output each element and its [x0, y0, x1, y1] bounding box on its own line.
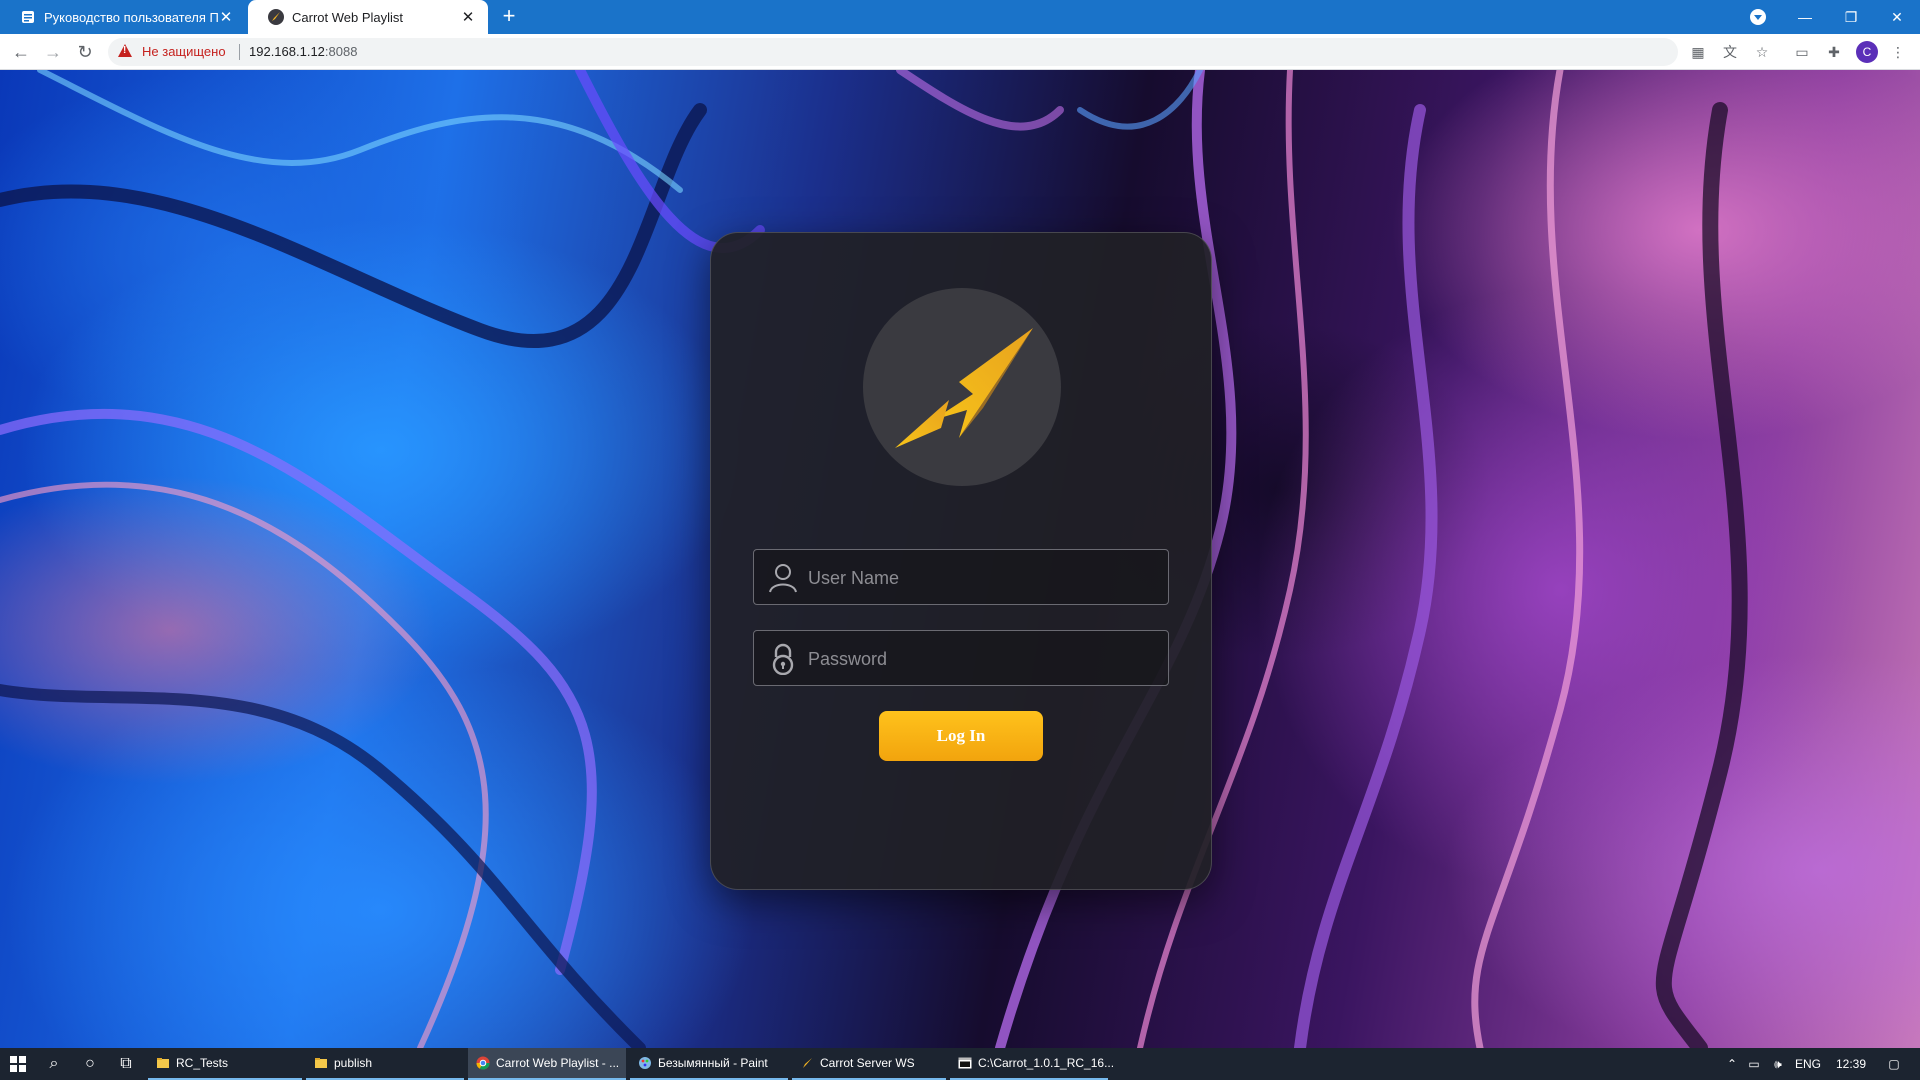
user-icon — [769, 564, 797, 593]
cortana-icon[interactable]: ○ — [72, 1048, 108, 1080]
close-tab-icon[interactable]: ✕ — [218, 8, 234, 26]
star-icon[interactable]: ☆ — [1752, 42, 1772, 62]
taskbar-item-rc-tests[interactable]: RC_Tests — [148, 1048, 302, 1080]
folder-icon — [156, 1056, 170, 1070]
network-icon[interactable]: ▭ — [1742, 1057, 1766, 1071]
tab-title: Carrot Web Playlist — [292, 9, 404, 25]
login-card: Log In — [710, 232, 1212, 890]
arrow-logo-icon — [863, 288, 1061, 486]
username-field[interactable] — [753, 549, 1169, 606]
carrot-logo-icon — [800, 1056, 814, 1070]
windows-start-icon[interactable] — [0, 1048, 36, 1080]
tab-user-guide[interactable]: Руководство пользователя ПО ✕ — [0, 0, 246, 34]
lock-icon — [772, 643, 794, 675]
chrome-icon — [476, 1056, 490, 1070]
close-tab-icon[interactable]: ✕ — [460, 8, 476, 26]
page-background: Log In — [0, 70, 1920, 1048]
notification-icon[interactable]: ▢ — [1876, 1057, 1912, 1071]
taskbar-item-label: C:\Carrot_1.0.1_RC_16... — [978, 1056, 1115, 1070]
windows-taskbar: ⌕ ○ ⧉ RC_Tests publish Carrot Web Playli… — [0, 1048, 1920, 1080]
tab-search-dropdown-icon[interactable] — [1750, 9, 1766, 25]
taskbar-item-carrot-server[interactable]: Carrot Server WS — [792, 1048, 946, 1080]
new-tab-button[interactable]: + — [496, 5, 522, 29]
taskbar-item-label: publish — [334, 1056, 373, 1070]
taskbar-item-label: Безымянный - Paint — [658, 1056, 768, 1070]
translate-icon[interactable]: 文 — [1720, 42, 1740, 62]
menu-kebab-icon[interactable]: ⋮ — [1888, 42, 1908, 62]
taskbar-item-label: Carrot Server WS — [820, 1056, 915, 1070]
search-icon[interactable]: ⌕ — [36, 1048, 72, 1080]
minimize-button[interactable]: — — [1782, 0, 1828, 34]
taskbar-item-carrot-web-playlist[interactable]: Carrot Web Playlist - ... — [468, 1048, 626, 1080]
carrot-logo-icon — [268, 9, 284, 25]
close-window-button[interactable]: ✕ — [1874, 0, 1920, 34]
password-field[interactable] — [753, 630, 1169, 687]
url-text[interactable]: 192.168.1.12:8088 — [249, 44, 357, 59]
password-input[interactable] — [806, 631, 1160, 687]
clock[interactable]: 12:39 — [1826, 1057, 1876, 1071]
folder-icon — [314, 1056, 328, 1070]
task-view-icon[interactable]: ⧉ — [108, 1048, 144, 1080]
login-button[interactable]: Log In — [879, 711, 1043, 761]
taskbar-item-label: Carrot Web Playlist - ... — [496, 1056, 620, 1070]
volume-icon[interactable]: 🕪 — [1766, 1057, 1790, 1072]
address-bar[interactable]: Не защищено 192.168.1.12:8088 — [108, 38, 1678, 66]
chevron-up-icon[interactable]: ⌃ — [1722, 1057, 1742, 1071]
tab-carrot-web-playlist[interactable]: Carrot Web Playlist ✕ — [248, 0, 488, 34]
forward-arrow-icon[interactable]: → — [41, 40, 65, 64]
qr-code-icon[interactable]: ▦ — [1688, 42, 1708, 62]
browser-toolbar: ← → ↻ Не защищено 192.168.1.12:8088 ▦ 文 … — [0, 34, 1920, 70]
warning-icon — [118, 44, 132, 57]
console-icon — [958, 1056, 972, 1070]
security-status[interactable]: Не защищено — [142, 44, 226, 59]
browser-tab-bar: Руководство пользователя ПО ✕ Carrot Web… — [0, 0, 1920, 34]
tab-title: Руководство пользователя ПО — [44, 9, 218, 25]
taskbar-item-paint[interactable]: Безымянный - Paint — [630, 1048, 788, 1080]
document-icon — [20, 9, 36, 25]
cast-icon[interactable]: ▭ — [1792, 42, 1812, 62]
language-indicator[interactable]: ENG — [1790, 1057, 1826, 1071]
taskbar-item-publish[interactable]: publish — [306, 1048, 464, 1080]
taskbar-item-console[interactable]: C:\Carrot_1.0.1_RC_16... — [950, 1048, 1114, 1080]
extensions-icon[interactable]: ✚ — [1824, 42, 1844, 62]
reload-icon[interactable]: ↻ — [73, 40, 97, 64]
taskbar-item-label: RC_Tests — [176, 1056, 229, 1070]
paint-icon — [638, 1056, 652, 1070]
restore-button[interactable]: ❐ — [1828, 0, 1874, 34]
system-tray: ⌃ ▭ 🕪 ENG 12:39 ▢ — [1722, 1048, 1912, 1080]
username-input[interactable] — [806, 550, 1160, 606]
profile-avatar[interactable]: C — [1856, 41, 1878, 63]
divider — [239, 44, 240, 60]
back-arrow-icon[interactable]: ← — [9, 40, 33, 64]
